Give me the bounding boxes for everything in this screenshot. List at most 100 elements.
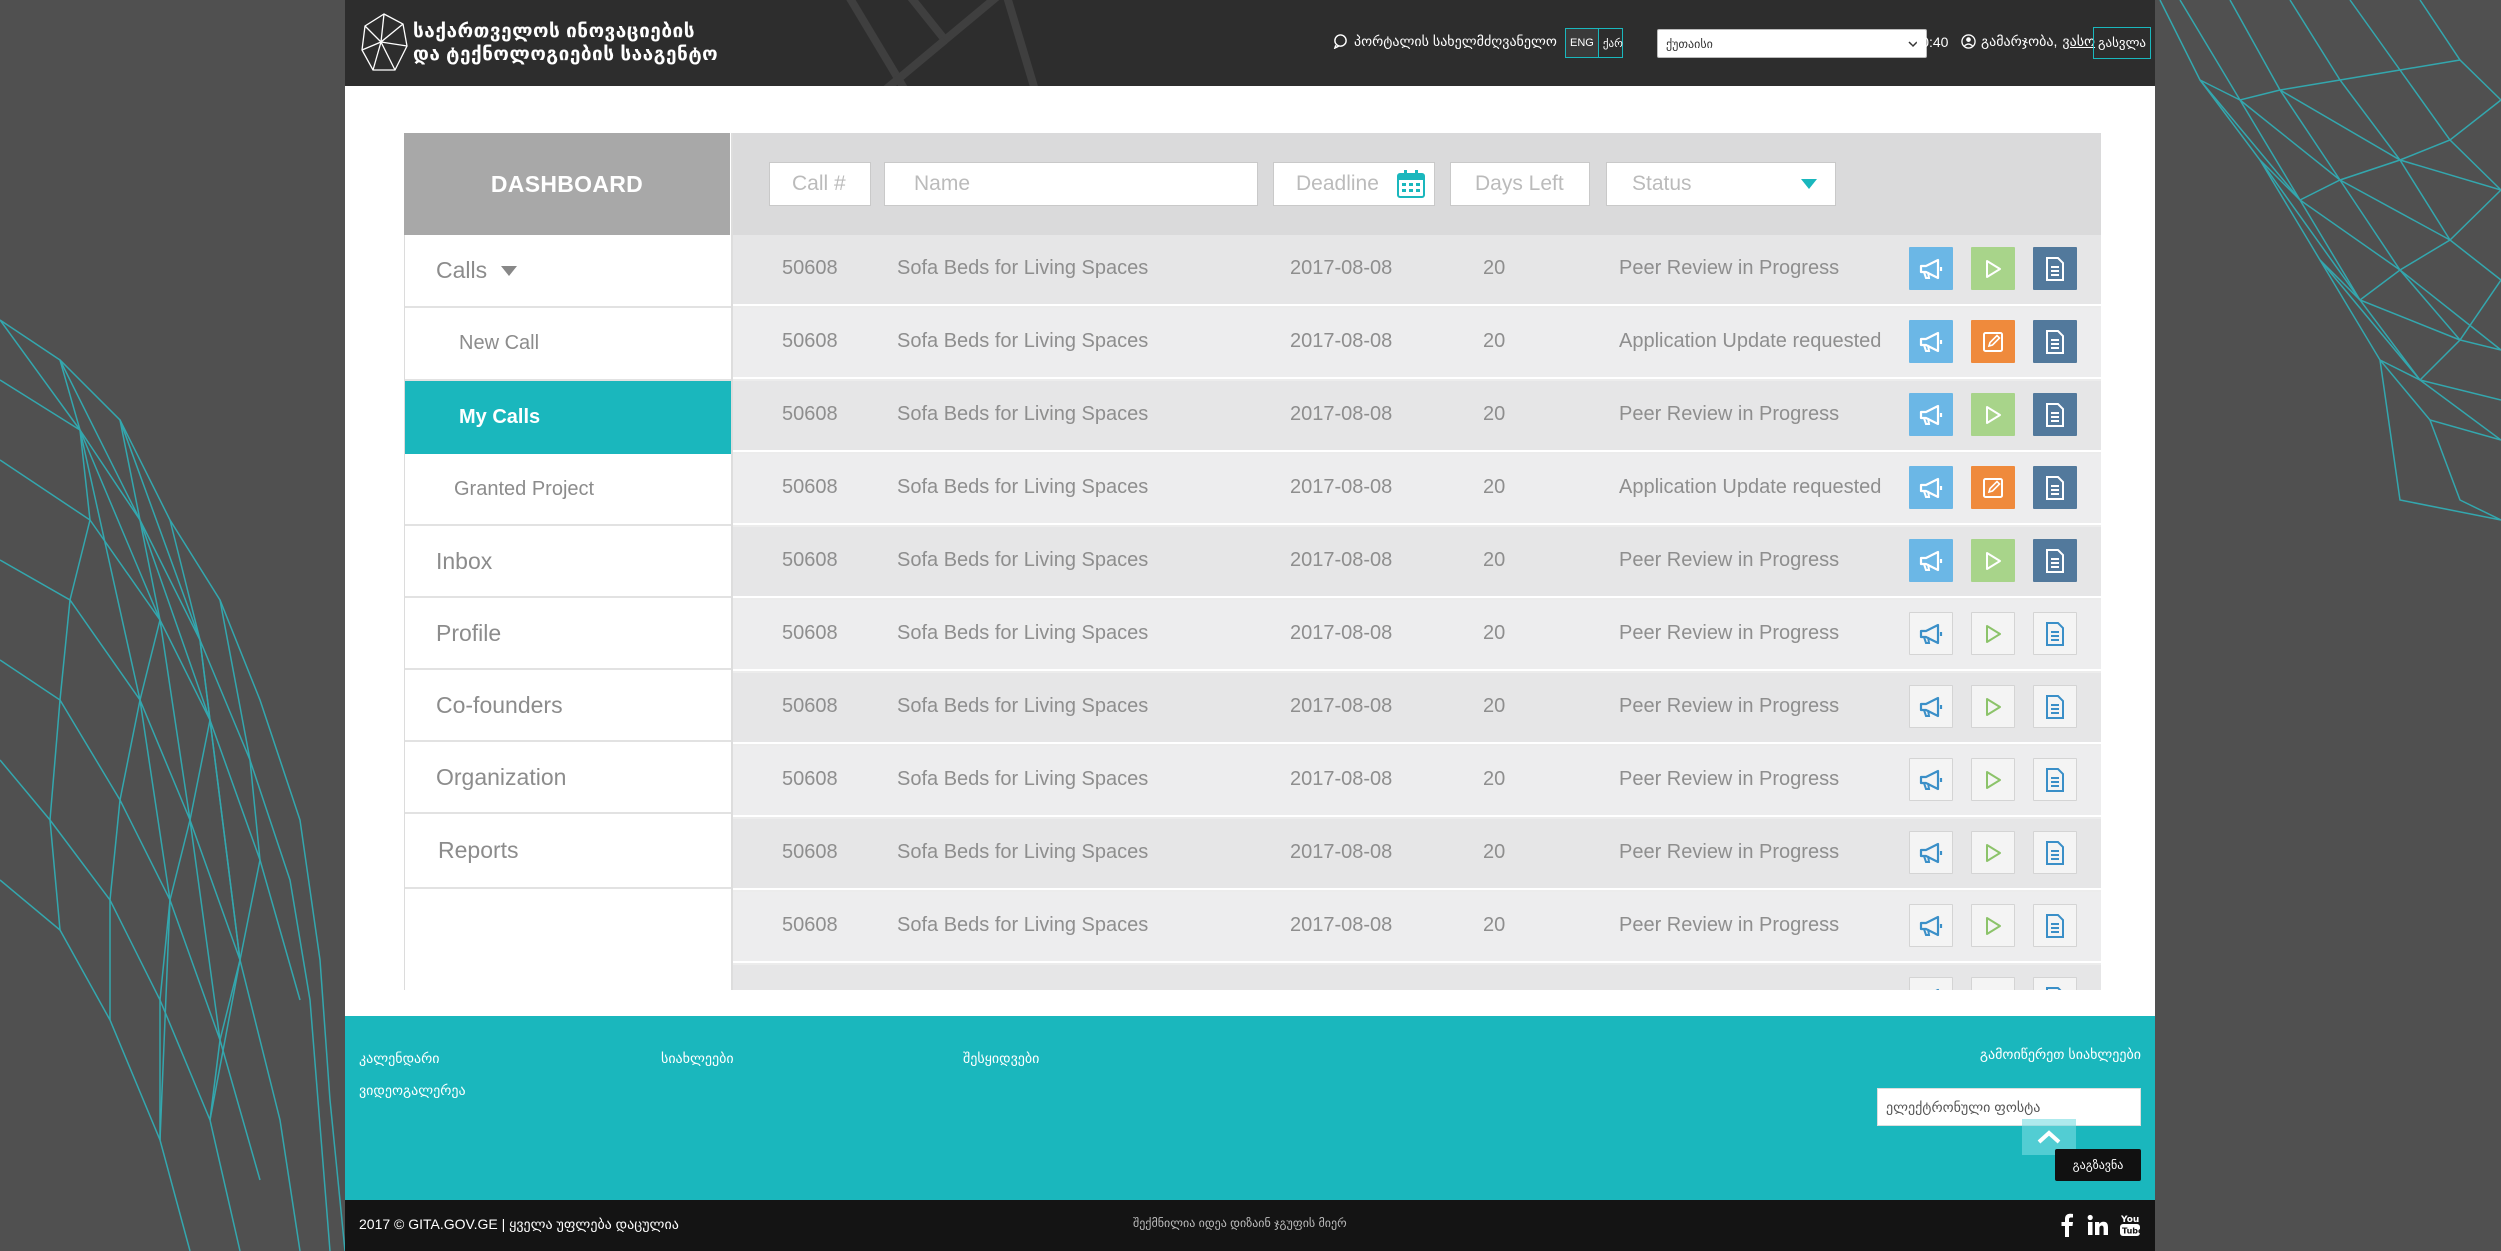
portal-help-link[interactable]: პორტალის სახელმძღვანელო xyxy=(1333,33,1557,50)
play-icon[interactable] xyxy=(1971,758,2015,801)
cell-name[interactable]: Sofa Beds for Living Spaces xyxy=(897,403,1148,426)
cell-name[interactable]: Sofa Beds for Living Spaces xyxy=(897,476,1148,499)
cell-status: Application Update requested xyxy=(1619,476,1882,498)
cell-name[interactable]: Sofa Beds for Living Spaces xyxy=(897,622,1148,645)
cell-status: Peer Review in Progress xyxy=(1619,768,1840,790)
bottom-bar: 2017 © GITA.GOV.GE | ყველა უფლება დაცული… xyxy=(345,1200,2155,1251)
sidebar-item-label: Calls xyxy=(436,257,488,283)
newsletter-title: გამოიწერეთ სიახლეები xyxy=(1979,1046,2141,1062)
play-icon[interactable] xyxy=(1971,612,2015,655)
document-icon[interactable] xyxy=(2033,247,2077,290)
cell-name[interactable]: Sofa Beds for Living Spaces xyxy=(897,841,1148,864)
filter-name[interactable]: Name xyxy=(884,162,1258,206)
lang-eng[interactable]: ENG xyxy=(1566,29,1599,57)
document-icon[interactable] xyxy=(2033,977,2077,990)
logo-icon[interactable] xyxy=(359,12,409,74)
play-icon[interactable] xyxy=(1971,539,2015,582)
megaphone-icon[interactable] xyxy=(1909,247,1953,290)
play-icon[interactable] xyxy=(1971,247,2015,290)
document-icon[interactable] xyxy=(2033,393,2077,436)
logout-button[interactable]: გასვლა xyxy=(2093,27,2151,59)
sidebar-item-label: Organization xyxy=(436,763,567,790)
edit-icon[interactable] xyxy=(1971,466,2015,509)
cell-name[interactable]: Sofa Beds for Living Spaces xyxy=(897,257,1148,280)
megaphone-icon[interactable] xyxy=(1909,539,1953,582)
filter-deadline[interactable]: Deadline xyxy=(1273,162,1435,206)
filter-call-number-placeholder: Call # xyxy=(792,172,846,195)
sidebar-item-inbox[interactable]: Inbox xyxy=(405,526,732,598)
language-switch[interactable]: ENG ქარ xyxy=(1565,28,1623,58)
footer-link-news[interactable]: სიახლეები xyxy=(661,1050,734,1067)
megaphone-icon[interactable] xyxy=(1909,466,1953,509)
edit-icon[interactable] xyxy=(1971,320,2015,363)
user-name-link[interactable]: ვასო xyxy=(2062,33,2095,50)
sidebar-item-cofounders[interactable]: Co-founders xyxy=(405,670,732,742)
megaphone-icon[interactable] xyxy=(1909,685,1953,728)
dashboard-title: DASHBOARD xyxy=(404,133,730,235)
sidebar-item-reports[interactable]: Reports xyxy=(405,814,732,889)
table-row: 50608 Sofa Beds for Living Spaces 2017-08-… xyxy=(733,527,2101,598)
filter-deadline-placeholder: Deadline xyxy=(1296,172,1379,195)
document-icon[interactable] xyxy=(2033,758,2077,801)
document-icon[interactable] xyxy=(2033,612,2077,655)
cell-deadline: 2017-08-08 xyxy=(1290,768,1393,790)
document-icon[interactable] xyxy=(2033,831,2077,874)
logo-text[interactable]: საქართველოს ინოვაციების და ტექნოლოგიების… xyxy=(413,20,718,66)
megaphone-icon[interactable] xyxy=(1909,831,1953,874)
sidebar-item-profile[interactable]: Profile xyxy=(405,598,732,670)
newsletter-send-button[interactable]: გაგზავნა xyxy=(2055,1149,2141,1181)
filter-call-number[interactable]: Call # xyxy=(769,162,871,206)
sidebar-item-organization[interactable]: Organization xyxy=(405,742,732,814)
user-icon xyxy=(1961,34,1976,49)
lang-geo[interactable]: ქარ xyxy=(1599,37,1627,50)
document-icon[interactable] xyxy=(2033,466,2077,509)
megaphone-icon[interactable] xyxy=(1909,393,1953,436)
footer-link-calendar[interactable]: კალენდარი xyxy=(359,1050,440,1067)
sidebar-item-my-calls[interactable]: My Calls xyxy=(405,381,744,454)
document-icon[interactable] xyxy=(2033,539,2077,582)
table-row: 50608 Sofa Beds for Living Spaces 2017-08-… xyxy=(733,673,2101,744)
filter-days-left[interactable]: Days Left xyxy=(1450,162,1590,206)
sidebar-item-granted-project[interactable]: Granted Project xyxy=(405,454,732,526)
sidebar-item-label: New Call xyxy=(459,332,540,354)
designer-credit[interactable]: შექმნილია იდეა დიზაინ ჯგუფის მიერ xyxy=(1133,1216,1347,1230)
megaphone-icon[interactable] xyxy=(1909,612,1953,655)
footer-link-partners[interactable]: შესყიდვები xyxy=(963,1050,1039,1067)
facebook-icon[interactable] xyxy=(2054,1212,2080,1238)
cell-status: Application Update requested xyxy=(1619,330,1882,352)
cell-name[interactable]: Sofa Beds for Living Spaces xyxy=(897,695,1148,718)
cell-call-number: 50608 xyxy=(782,476,838,498)
filter-status[interactable]: Status xyxy=(1606,162,1836,206)
play-icon[interactable] xyxy=(1971,831,2015,874)
region-select[interactable]: ქუთაისი xyxy=(1657,29,1927,58)
cell-name[interactable]: Sofa Beds for Living Spaces xyxy=(897,768,1148,791)
cell-name[interactable]: Sofa Beds for Living Spaces xyxy=(897,549,1148,572)
megaphone-icon[interactable] xyxy=(1909,977,1953,990)
document-icon[interactable] xyxy=(2033,685,2077,728)
sidebar-item-label: Co-founders xyxy=(436,691,563,718)
megaphone-icon[interactable] xyxy=(1909,904,1953,947)
cell-days-left: 20 xyxy=(1483,257,1506,279)
linkedin-icon[interactable] xyxy=(2085,1212,2111,1238)
sidebar-item-new-call[interactable]: New Call xyxy=(405,308,732,381)
megaphone-icon[interactable] xyxy=(1909,320,1953,363)
cell-name[interactable]: Sofa Beds for Living Spaces xyxy=(897,330,1148,353)
play-icon[interactable] xyxy=(1971,977,2015,990)
chevron-up-icon xyxy=(2037,1130,2061,1144)
calendar-icon[interactable] xyxy=(1396,169,1426,199)
sidebar-item-calls[interactable]: Calls xyxy=(405,235,732,308)
document-icon[interactable] xyxy=(2033,904,2077,947)
document-icon[interactable] xyxy=(2033,320,2077,363)
play-icon[interactable] xyxy=(1971,393,2015,436)
play-icon[interactable] xyxy=(1971,904,2015,947)
play-icon[interactable] xyxy=(1971,685,2015,728)
cell-name[interactable]: Sofa Beds for Living Spaces xyxy=(897,914,1148,937)
cell-status: Peer Review in Progress xyxy=(1619,549,1840,571)
youtube-icon[interactable]: You Tube xyxy=(2117,1212,2143,1238)
cell-days-left: 20 xyxy=(1483,695,1506,717)
megaphone-icon[interactable] xyxy=(1909,758,1953,801)
footer-link-video[interactable]: ვიდეოგალერეა xyxy=(359,1082,466,1099)
sidebar: Calls New Call My Calls Granted Project … xyxy=(404,235,744,990)
cell-call-number: 50608 xyxy=(782,841,838,863)
newsletter-email-input[interactable]: ელექტრონული ფოსტა xyxy=(1877,1088,2141,1126)
